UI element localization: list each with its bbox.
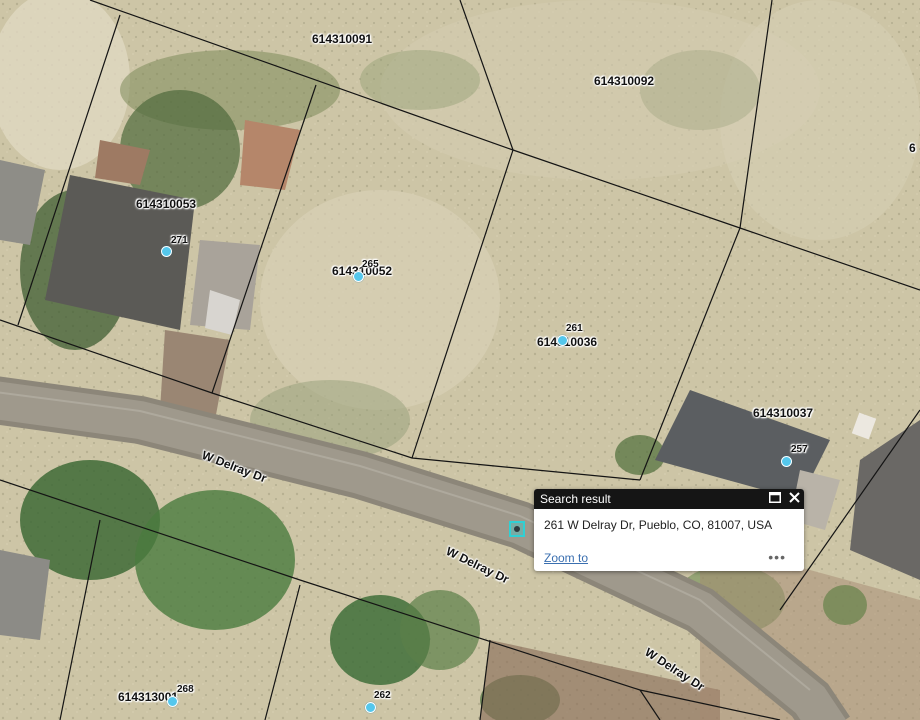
address-point[interactable] <box>781 456 792 467</box>
address-label: 262 <box>374 690 391 701</box>
address-label: 268 <box>177 684 194 695</box>
address-point[interactable] <box>557 335 568 346</box>
search-result-popup: Search result 261 W Delray Dr, Pueblo, C… <box>534 489 804 571</box>
maximize-icon[interactable] <box>769 489 781 509</box>
zoom-to-link[interactable]: Zoom to <box>544 551 588 565</box>
parcel-label: 614310091 <box>312 32 373 46</box>
address-point[interactable] <box>353 271 364 282</box>
parcel-label: 614310092 <box>594 74 655 88</box>
address-label: 261 <box>566 323 583 334</box>
address-point[interactable] <box>365 702 376 713</box>
more-options-icon[interactable]: ••• <box>768 549 786 565</box>
parcel-label: 6 <box>909 141 916 155</box>
popup-title: Search result <box>540 492 611 506</box>
parcel-label: 614310053 <box>136 197 197 211</box>
basemap-imagery <box>0 0 920 720</box>
map-view[interactable]: 614310091 614310092 6 614310053 61431005… <box>0 0 920 720</box>
address-label: 265 <box>362 259 379 270</box>
address-label: 257 <box>791 444 808 455</box>
close-icon[interactable] <box>789 489 800 509</box>
address-point[interactable] <box>167 696 178 707</box>
address-point[interactable] <box>161 246 172 257</box>
popup-address: 261 W Delray Dr, Pueblo, CO, 81007, USA <box>544 518 773 532</box>
parcel-label: 614310037 <box>753 406 814 420</box>
search-result-marker[interactable] <box>509 521 525 537</box>
popup-header: Search result <box>534 489 804 509</box>
marker-dot <box>514 526 520 532</box>
address-label: 271 <box>171 235 188 246</box>
